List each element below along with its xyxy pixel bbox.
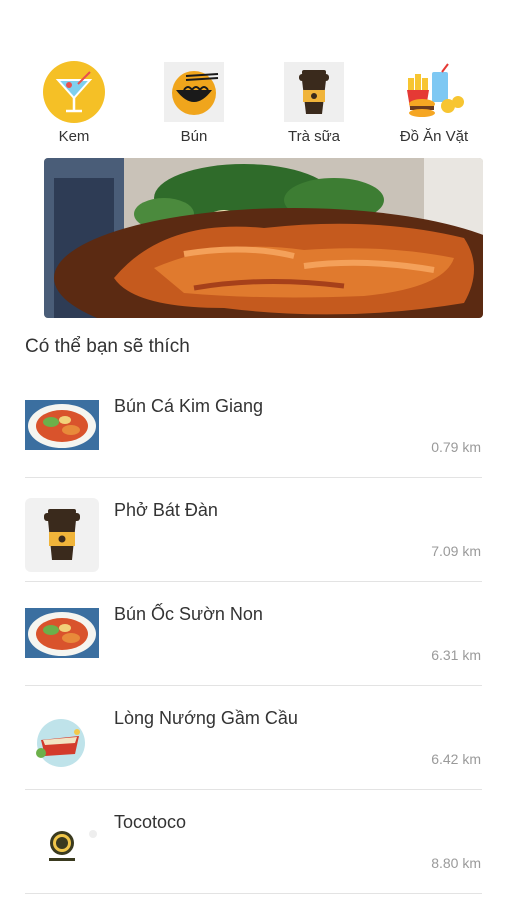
restaurant-distance: 8.80 km — [431, 855, 481, 871]
milk-tea-cup-icon — [25, 498, 99, 572]
restaurant-distance: 6.31 km — [431, 647, 481, 663]
promo-banner[interactable] — [44, 158, 483, 318]
section-title: Có thể bạn sẽ thích — [25, 336, 190, 357]
restaurant-name: Lòng Nướng Gầm Cầu — [114, 708, 298, 728]
roast-duck-photo — [44, 158, 483, 318]
list-item[interactable]: Bún Ốc Sườn Non 6.31 km — [25, 582, 482, 686]
restaurant-distance: 0.79 km — [431, 439, 481, 455]
list-item[interactable]: Tocotoco 8.80 km — [25, 790, 482, 894]
cocktail-icon — [42, 60, 106, 124]
category-label: Kem — [58, 128, 90, 145]
restaurant-name: Phở Bát Đàn — [114, 500, 218, 520]
noodle-dish-photo — [25, 394, 99, 468]
restaurant-name: Bún Ốc Sườn Non — [114, 604, 263, 624]
category-label: Bún — [180, 128, 208, 145]
category-bun[interactable]: Bún — [144, 60, 244, 145]
snacks-icon — [402, 60, 466, 124]
noodle-bowl-icon — [162, 60, 226, 124]
noodle-dish-photo — [25, 602, 99, 676]
grill-plate-icon — [25, 706, 99, 780]
category-do-an-vat[interactable]: Đồ Ăn Vặt — [384, 60, 484, 145]
category-tra-sua[interactable]: Trà sữa — [264, 60, 364, 145]
restaurant-distance: 6.42 km — [431, 751, 481, 767]
list-item[interactable]: Bún Cá Kim Giang 0.79 km — [25, 374, 482, 478]
restaurant-name: Bún Cá Kim Giang — [114, 396, 264, 416]
tocotoco-logo — [25, 810, 99, 884]
category-label: Trà sữa — [288, 128, 340, 145]
restaurant-distance: 7.09 km — [431, 543, 481, 559]
list-item[interactable]: Phở Bát Đàn 7.09 km — [25, 478, 482, 582]
restaurant-name: Tocotoco — [114, 812, 187, 832]
list-item[interactable]: Lòng Nướng Gầm Cầu 6.42 km — [25, 686, 482, 790]
restaurant-list: Bún Cá Kim Giang 0.79 km Phở Bát Đàn 7.0… — [25, 374, 482, 894]
milk-tea-cup-icon — [282, 60, 346, 124]
category-label: Đồ Ăn Vặt — [399, 128, 469, 145]
category-bar: Kem Bún Trà sữa Đồ Ăn Vặt — [24, 60, 484, 145]
category-kem[interactable]: Kem — [24, 60, 124, 145]
